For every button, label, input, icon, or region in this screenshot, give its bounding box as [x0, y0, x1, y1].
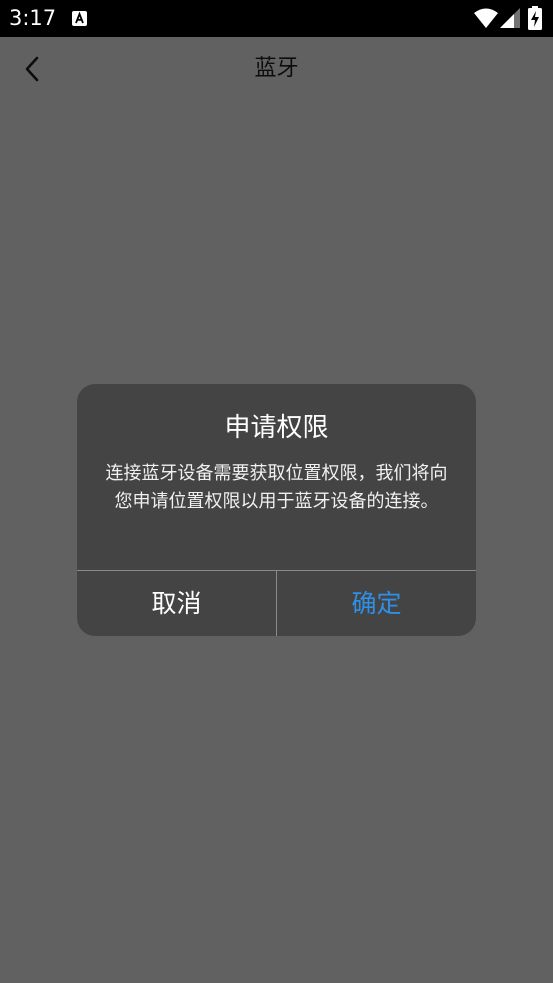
a-notification-icon [72, 11, 87, 26]
battery-charging-icon [528, 6, 542, 30]
status-bar: 3:17 [0, 0, 553, 37]
cancel-button[interactable]: 取消 [77, 571, 276, 636]
confirm-button[interactable]: 确定 [277, 571, 476, 636]
permission-dialog: 申请权限 连接蓝牙设备需要获取位置权限，我们将向您申请位置权限以用于蓝牙设备的连… [77, 384, 476, 636]
screen: 3:17 蓝牙 申请权限 连接蓝牙设备需要获取位置权限，我们将向您申请位置 [0, 0, 553, 983]
status-time: 3:17 [9, 6, 57, 30]
dialog-message: 连接蓝牙设备需要获取位置权限，我们将向您申请位置权限以用于蓝牙设备的连接。 [105, 463, 448, 512]
dialog-title: 申请权限 [224, 413, 329, 443]
cell-signal-icon [500, 8, 520, 28]
wifi-icon [474, 8, 498, 28]
